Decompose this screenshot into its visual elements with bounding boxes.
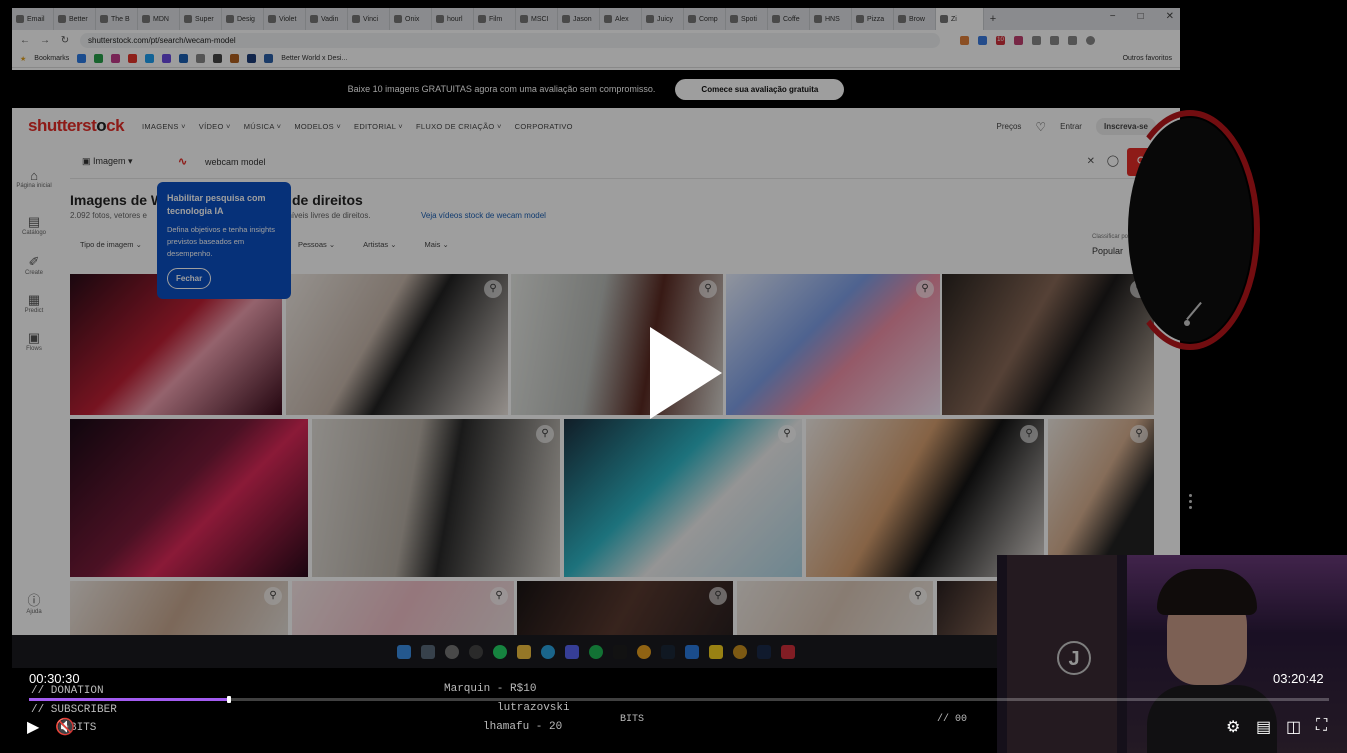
progress-fill <box>29 698 229 701</box>
bits-right-label: BITS <box>620 714 645 725</box>
play-button[interactable]: ▶ <box>27 717 39 737</box>
clapperboard-icon[interactable]: ▤ <box>1256 717 1271 737</box>
last-bits: lhamafu - 20 <box>483 721 563 733</box>
fullscreen-icon[interactable]: ⛶ <box>1316 717 1327 735</box>
donation-label: // DONATION <box>31 685 104 697</box>
last-donation: Marquin - R$10 <box>444 683 537 695</box>
last-subscriber: lutrazovski <box>497 702 570 714</box>
progress-knob[interactable] <box>227 696 231 703</box>
mute-icon[interactable]: 🔇 <box>55 717 75 737</box>
counter-label: // 00 <box>937 714 968 725</box>
theater-mode-icon[interactable]: ◫ <box>1286 717 1301 737</box>
play-icon[interactable] <box>650 327 722 419</box>
duration: 03:20:42 <box>1273 671 1324 686</box>
current-time: 00:30:30 <box>29 671 80 686</box>
subscriber-label: // SUBSCRIBER <box>31 704 117 716</box>
settings-gear-icon[interactable]: ⚙ <box>1226 717 1240 737</box>
